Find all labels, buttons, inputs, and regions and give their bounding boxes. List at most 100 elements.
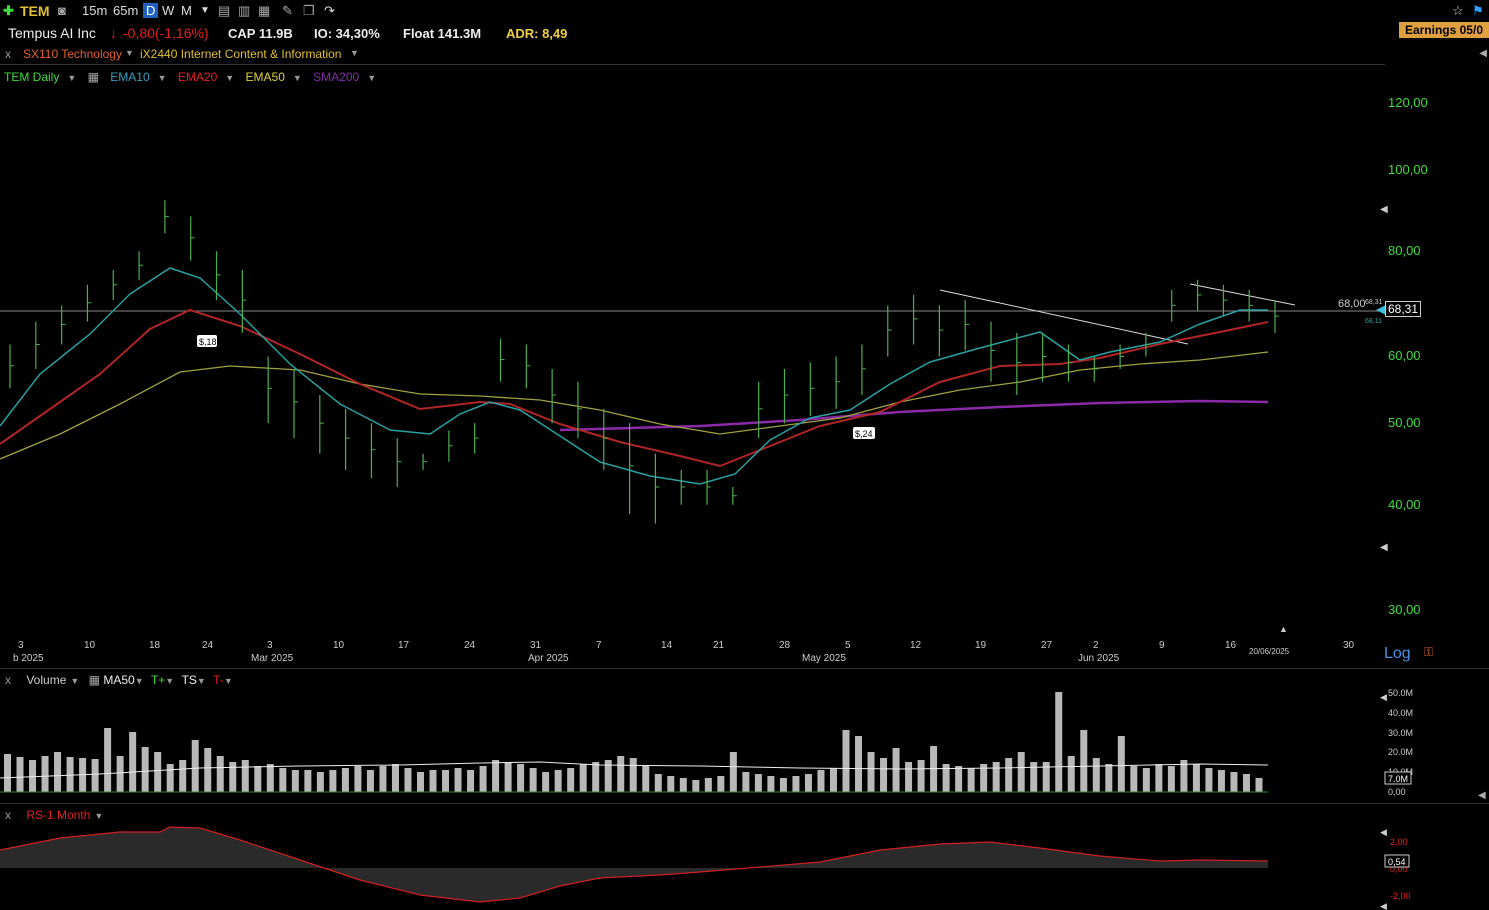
calculator-icon[interactable]: ▦ bbox=[258, 3, 270, 19]
month-tick: Jun 2025 bbox=[1078, 653, 1120, 664]
bars-icon[interactable]: ▥ bbox=[238, 3, 250, 19]
volume-bar bbox=[1217, 770, 1225, 792]
volume-tick: 20.0M bbox=[1388, 747, 1413, 757]
volume-tick: 0,00 bbox=[1388, 787, 1406, 797]
volume-bar bbox=[166, 764, 174, 792]
month-tick: Apr 2025 bbox=[528, 653, 569, 664]
volume-bar bbox=[1105, 764, 1113, 792]
current-price-box: 68,31 bbox=[1384, 301, 1421, 317]
price-change: -0,80(-1,16%) bbox=[123, 25, 209, 41]
volume-bar bbox=[442, 770, 450, 792]
volume-bar bbox=[917, 760, 925, 792]
date-tick: 16 bbox=[1225, 640, 1237, 651]
volume-chart[interactable]: 50.0M 40.0M 30.0M 20.0M 10.0M 0,00 7.0M … bbox=[0, 686, 1489, 802]
dropdown-arrow-icon[interactable]: ▼ bbox=[200, 5, 210, 16]
volume-tick: 40.0M bbox=[1388, 708, 1413, 718]
rs-chart[interactable]: 2,00 0,00 -2,00 0,54 ◀ ◀ bbox=[0, 820, 1489, 910]
volume-bar bbox=[479, 766, 487, 792]
dropdown-arrow-icon[interactable]: ▼ bbox=[197, 676, 206, 686]
dropdown-arrow-icon[interactable]: ▼ bbox=[135, 676, 144, 686]
volume-bar bbox=[454, 768, 462, 792]
scroll-left-icon: ◀ bbox=[1380, 827, 1387, 837]
volume-bar bbox=[704, 778, 712, 792]
share-icon[interactable]: ↷ bbox=[324, 3, 335, 19]
date-tick: 31 bbox=[530, 640, 542, 651]
volume-bar bbox=[629, 758, 637, 792]
chart-type-icon[interactable]: ▤ bbox=[218, 3, 230, 19]
volume-bar bbox=[779, 778, 787, 792]
industry-link[interactable]: iX2440 Internet Content & Information bbox=[140, 47, 341, 61]
volume-bar bbox=[967, 768, 975, 792]
date-tick: 17 bbox=[398, 640, 410, 651]
volume-bar bbox=[141, 747, 149, 792]
pane-divider bbox=[0, 668, 1489, 669]
volume-bar bbox=[992, 762, 1000, 792]
dropdown-arrow-icon[interactable]: ▼ bbox=[350, 48, 359, 58]
dropdown-arrow-icon[interactable]: ▼ bbox=[125, 48, 134, 58]
volume-bar bbox=[1067, 756, 1075, 792]
symbol-input[interactable]: TEM bbox=[20, 3, 50, 19]
volume-bar bbox=[905, 762, 913, 792]
interval-daily[interactable]: D bbox=[143, 3, 159, 18]
volume-label[interactable]: Volume bbox=[26, 673, 66, 687]
volume-bar bbox=[1017, 752, 1025, 792]
t-plus-label[interactable]: T+ bbox=[151, 673, 165, 687]
price-chart[interactable]: $,18 $,24 120,00 100,00 80,00 60,00 50,0… bbox=[0, 64, 1489, 668]
close-volume-button[interactable]: x bbox=[5, 673, 11, 687]
price-tick: 30,00 bbox=[1388, 602, 1421, 617]
trend-line bbox=[1189, 283, 1296, 306]
date-tick: 30 bbox=[1343, 640, 1355, 651]
volume-bar bbox=[1080, 730, 1088, 792]
interval-65m[interactable]: 65m bbox=[113, 3, 138, 18]
volume-bar bbox=[504, 762, 512, 792]
scroll-left-icon: ◀ bbox=[1380, 901, 1387, 910]
earnings-badge[interactable]: Earnings 05/0 bbox=[1398, 22, 1489, 38]
volume-bar bbox=[1230, 772, 1238, 792]
volume-bar bbox=[104, 728, 112, 792]
volume-tick: 50.0M bbox=[1388, 688, 1413, 698]
pencil-icon[interactable]: ✎ bbox=[282, 3, 293, 19]
ema50-line bbox=[0, 351, 1269, 460]
star-icon[interactable]: ☆ bbox=[1452, 3, 1464, 19]
date-tick: 10 bbox=[84, 640, 96, 651]
dropdown-arrow-icon[interactable]: ▼ bbox=[224, 676, 233, 686]
dropdown-arrow-icon[interactable]: ▼ bbox=[165, 676, 174, 686]
ema10-line bbox=[0, 267, 1268, 485]
sector-link[interactable]: SX110 Technology bbox=[23, 47, 122, 61]
last-date-label: 20/06/2025 bbox=[1249, 647, 1290, 656]
grid-icon[interactable]: ▦ bbox=[89, 673, 100, 687]
scroll-left-icon: ◀ bbox=[1380, 542, 1388, 553]
volume-bar bbox=[379, 766, 387, 792]
volume-bar bbox=[16, 757, 24, 792]
date-tick: 3 bbox=[18, 640, 24, 651]
interval-15m[interactable]: 15m bbox=[82, 3, 107, 18]
volume-bar bbox=[4, 754, 11, 792]
rs-axis: 2,00 0,00 -2,00 bbox=[1390, 837, 1411, 901]
t-minus-label[interactable]: T- bbox=[213, 673, 224, 687]
volume-bar bbox=[241, 760, 249, 792]
close-sector-button[interactable]: x bbox=[5, 47, 11, 61]
dropdown-arrow-icon[interactable]: ▼ bbox=[70, 676, 79, 686]
plus-icon[interactable]: ✚ bbox=[3, 3, 14, 19]
interval-monthly[interactable]: M bbox=[181, 3, 192, 18]
ts-label[interactable]: TS bbox=[182, 673, 197, 687]
lock-icon: ⚿ bbox=[1424, 645, 1433, 659]
collapse-icon[interactable]: ◀ bbox=[1479, 48, 1487, 59]
interval-weekly[interactable]: W bbox=[162, 3, 174, 18]
layers-icon[interactable]: ❐ bbox=[303, 3, 315, 19]
volume-ma-label[interactable]: MA50 bbox=[103, 673, 134, 687]
trend-line bbox=[939, 289, 1189, 345]
ema20-line bbox=[0, 308, 1269, 468]
rs-tick: 2,00 bbox=[1390, 837, 1408, 847]
volume-bar bbox=[592, 762, 600, 792]
volume-bar bbox=[955, 766, 963, 792]
volume-bar bbox=[416, 772, 424, 792]
camera-icon[interactable]: ◙ bbox=[58, 3, 66, 18]
volume-bar bbox=[829, 768, 837, 792]
volume-bar bbox=[1205, 768, 1213, 792]
volume-bar bbox=[667, 776, 675, 792]
date-tick: 21 bbox=[713, 640, 725, 651]
price-tick: 100,00 bbox=[1388, 162, 1428, 177]
scroll-left-icon: ◀ bbox=[1380, 204, 1388, 215]
flag-icon[interactable]: ⚑ bbox=[1472, 3, 1484, 19]
